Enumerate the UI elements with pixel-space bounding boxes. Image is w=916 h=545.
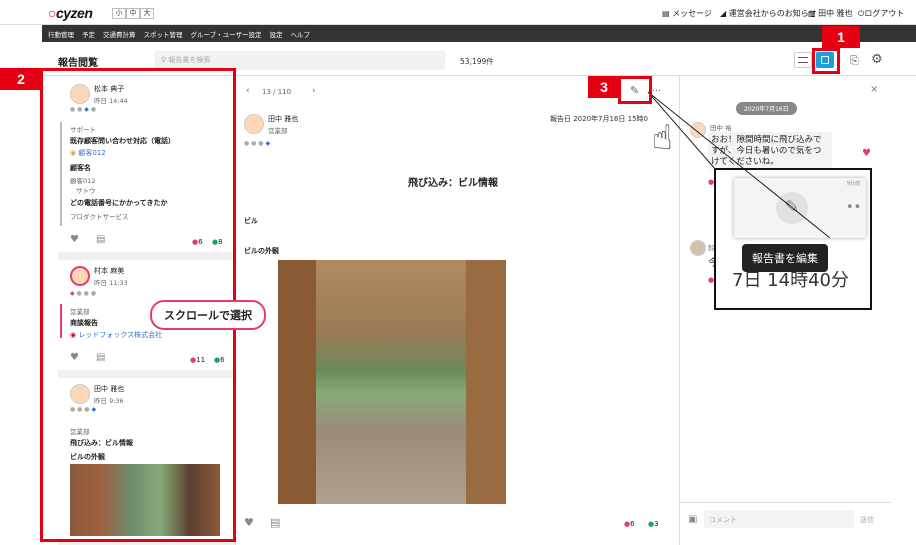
building-photo[interactable] [278, 260, 506, 504]
font-size-small-button[interactable]: 小 [112, 8, 126, 19]
list-view-button[interactable] [794, 52, 812, 68]
export-icon[interactable]: ⎘ [850, 54, 859, 68]
pager: 13 / 110 [262, 88, 292, 96]
comment-like-icon[interactable]: ♥ [862, 148, 871, 159]
more-icon[interactable]: •• [846, 200, 861, 215]
annotation-box-1 [812, 48, 840, 74]
edit-report-tooltip[interactable]: 報告書を編集 [742, 244, 828, 272]
annotation-number-3: 3 [588, 76, 620, 98]
like-count: ●6 [624, 520, 635, 528]
avatar [244, 114, 264, 134]
app-logo[interactable]: ○cyzen [48, 5, 93, 21]
logout-link[interactable]: ⏻ログアウト [858, 8, 904, 19]
message-icon: ▤ [662, 9, 670, 18]
messages-link[interactable]: ▤ メッセージ [662, 8, 712, 19]
avatar [690, 240, 706, 256]
nav-item-settings[interactable]: 設定 [269, 29, 282, 39]
report-title: 飛び込み：ビル情報 [408, 178, 498, 189]
comment-input[interactable]: コメント [704, 510, 854, 528]
callout-lines [647, 91, 830, 238]
nav-item-groups-users[interactable]: グループ・ユーザー設定 [191, 29, 262, 39]
nav-item-expenses[interactable]: 交通費計算 [103, 29, 136, 39]
image-attach-icon[interactable]: ▣ [688, 514, 697, 525]
font-size-large-button[interactable]: 大 [140, 8, 154, 19]
notices-link[interactable]: ◢ 運営会社からのお知らせ [720, 8, 817, 19]
annotation-box-3 [618, 76, 652, 104]
comment-count: ●3 [648, 520, 659, 528]
nav-item-spots[interactable]: スポット管理 [144, 29, 183, 39]
send-button[interactable]: 送信 [860, 515, 874, 525]
annotation-number-1: 1 [822, 26, 860, 48]
nav-item-help[interactable]: ヘルプ [290, 29, 310, 39]
nav-item-schedule[interactable]: 予定 [82, 29, 95, 39]
report-count: 53,199件 [460, 57, 494, 66]
next-arrow-icon[interactable]: › [312, 86, 316, 96]
page-title: 報告閲覧 [58, 58, 98, 69]
scroll-hint-bubble: スクロールで選択 [150, 300, 266, 330]
reaction-icons: ● ● ● ◆ [244, 140, 271, 147]
close-icon[interactable]: × [870, 84, 878, 95]
comment-button[interactable]: ▤ [270, 516, 280, 529]
megaphone-icon: ◢ [720, 9, 727, 18]
gear-icon[interactable]: ⚙ [871, 52, 883, 67]
like-button[interactable]: ♥ [244, 516, 254, 529]
main-nav: 行動管理 予定 交通費計算 スポット管理 グループ・ユーザー設定 設定 ヘルプ [42, 25, 916, 42]
report-detail: ‹ 13 / 110 › ✎ … 田中 雅也 営業部 ● ● ● ◆ 報告日 2… [235, 76, 680, 545]
user-menu[interactable]: ▥ 田中 雅也 [808, 8, 853, 19]
nav-item-activity[interactable]: 行動管理 [48, 29, 74, 39]
font-size-medium-button[interactable]: 中 [126, 8, 140, 19]
annotation-number-2: 2 [0, 68, 42, 90]
hand-pointer-icon: ☝ [652, 118, 673, 158]
user-icon: ▥ [808, 9, 816, 18]
prev-arrow-icon[interactable]: ‹ [246, 86, 250, 96]
